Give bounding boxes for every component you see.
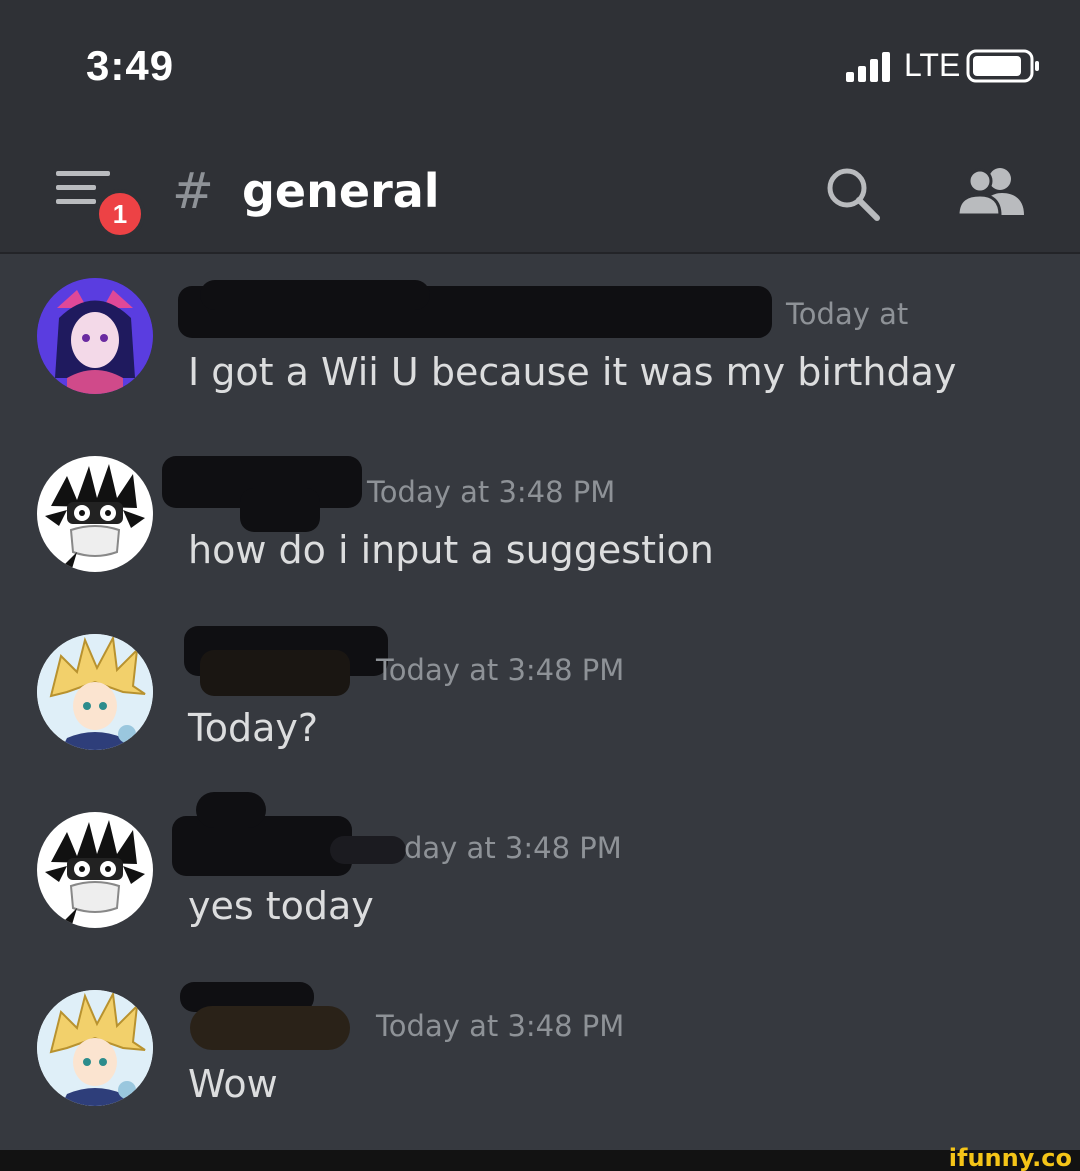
redaction-mark [200, 650, 350, 696]
redaction-mark [196, 792, 266, 828]
message-item[interactable]: Today at 3:48 PM Today? [0, 610, 1080, 780]
message-text: yes today [188, 884, 374, 928]
search-icon[interactable] [824, 165, 882, 223]
signal-icon [846, 52, 890, 82]
message-item[interactable]: Today at 3:48 PM how do i input a sugges… [0, 432, 1080, 602]
message-timestamp: Today at 3:48 PM [367, 475, 616, 509]
discord-mobile-screen: 3:49 LTE 1 # general Today at I got a Wi… [0, 0, 1080, 1171]
user-avatar[interactable] [37, 634, 153, 750]
channel-hash-icon: # [172, 162, 214, 220]
bottom-bar [0, 1150, 1080, 1171]
purple-anime-avatar [37, 278, 153, 394]
redacted-username [172, 816, 352, 876]
blonde-spiky-hair-avatar [37, 634, 153, 750]
network-label: LTE [904, 47, 961, 83]
channel-header: 1 # general [0, 125, 1080, 254]
message-text: Today? [188, 706, 319, 750]
user-avatar[interactable] [37, 456, 153, 572]
message-text: how do i input a suggestion [188, 528, 714, 572]
black-white-masked-avatar [37, 456, 153, 572]
channel-title[interactable]: general [242, 159, 440, 223]
redaction-mark [240, 488, 320, 532]
members-icon[interactable] [956, 165, 1026, 217]
status-time: 3:49 [86, 42, 175, 89]
message-item[interactable]: day at 3:48 PM yes today [0, 788, 1080, 958]
user-avatar[interactable] [37, 812, 153, 928]
status-bar: 3:49 LTE [0, 0, 1080, 125]
notification-badge: 1 [95, 189, 145, 239]
message-list[interactable]: Today at I got a Wii U because it was my… [0, 254, 1080, 1150]
user-avatar[interactable] [37, 278, 153, 394]
message-timestamp: Today at 3:48 PM [376, 1009, 625, 1043]
message-timestamp: Today at [786, 297, 909, 331]
message-timestamp: day at 3:48 PM [404, 831, 622, 865]
user-avatar[interactable] [37, 990, 153, 1106]
message-item[interactable]: Today at I got a Wii U because it was my… [0, 254, 1080, 424]
message-item[interactable]: Today at 3:48 PM Wow [0, 966, 1080, 1136]
redaction-mark [330, 836, 406, 864]
message-timestamp: Today at 3:48 PM [376, 653, 625, 687]
battery-icon [966, 49, 1039, 83]
redaction-mark [190, 1006, 350, 1050]
black-white-masked-avatar [37, 812, 153, 928]
message-text: Wow [188, 1062, 278, 1106]
message-text: I got a Wii U because it was my birthday [188, 350, 957, 394]
blonde-spiky-hair-avatar [37, 990, 153, 1106]
redaction-mark [200, 280, 430, 310]
watermark-label: ifunny.co [948, 1144, 1072, 1171]
